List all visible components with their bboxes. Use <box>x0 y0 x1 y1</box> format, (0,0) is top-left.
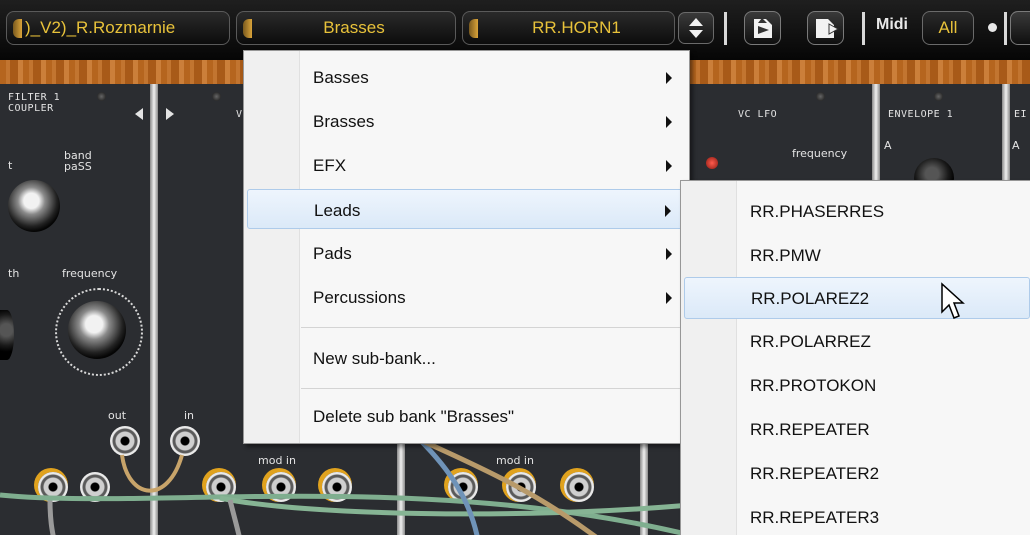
menu-item-delete-sub-bank[interactable]: Delete sub bank "Brasses" <box>247 396 686 436</box>
menu-separator <box>301 388 686 389</box>
preset-item[interactable]: RR.POLAREZ2 <box>684 277 1030 319</box>
menu-separator <box>301 327 686 328</box>
leads-submenu: RR.PHASERRES RR.PMW RR.POLAREZ2 RR.POLAR… <box>680 180 1030 535</box>
menu-item-leads[interactable]: Leads <box>247 189 686 229</box>
preset-item[interactable]: RR.PMW <box>684 235 1030 275</box>
submenu-arrow-icon <box>665 205 671 217</box>
submenu-arrow-icon <box>666 160 672 172</box>
bank-context-menu: Basses Brasses EFX Leads Pads Percussion… <box>243 50 690 444</box>
menu-item-basses[interactable]: Basses <box>247 57 686 97</box>
synth-app-window: )_V2)_R.Rozmarnie Brasses RR.HORN1 Midi … <box>0 0 1030 535</box>
mouse-cursor-icon <box>941 282 965 319</box>
submenu-arrow-icon <box>666 116 672 128</box>
menu-item-percussions[interactable]: Percussions <box>247 277 686 317</box>
menu-item-pads[interactable]: Pads <box>247 233 686 273</box>
preset-item[interactable]: RR.PHASERRES <box>684 191 1030 231</box>
submenu-arrow-icon <box>666 72 672 84</box>
preset-item[interactable]: RR.REPEATER2 <box>684 453 1030 493</box>
preset-item[interactable]: RR.REPEATER3 <box>684 497 1030 535</box>
menu-item-efx[interactable]: EFX <box>247 145 686 185</box>
preset-item[interactable]: RR.REPEATER <box>684 409 1030 449</box>
preset-item[interactable]: RR.PROTOKON <box>684 365 1030 405</box>
submenu-arrow-icon <box>666 292 672 304</box>
menu-item-new-sub-bank[interactable]: New sub-bank... <box>247 338 686 378</box>
submenu-arrow-icon <box>666 248 672 260</box>
menu-item-brasses[interactable]: Brasses <box>247 101 686 141</box>
preset-item[interactable]: RR.POLARREZ <box>684 321 1030 361</box>
